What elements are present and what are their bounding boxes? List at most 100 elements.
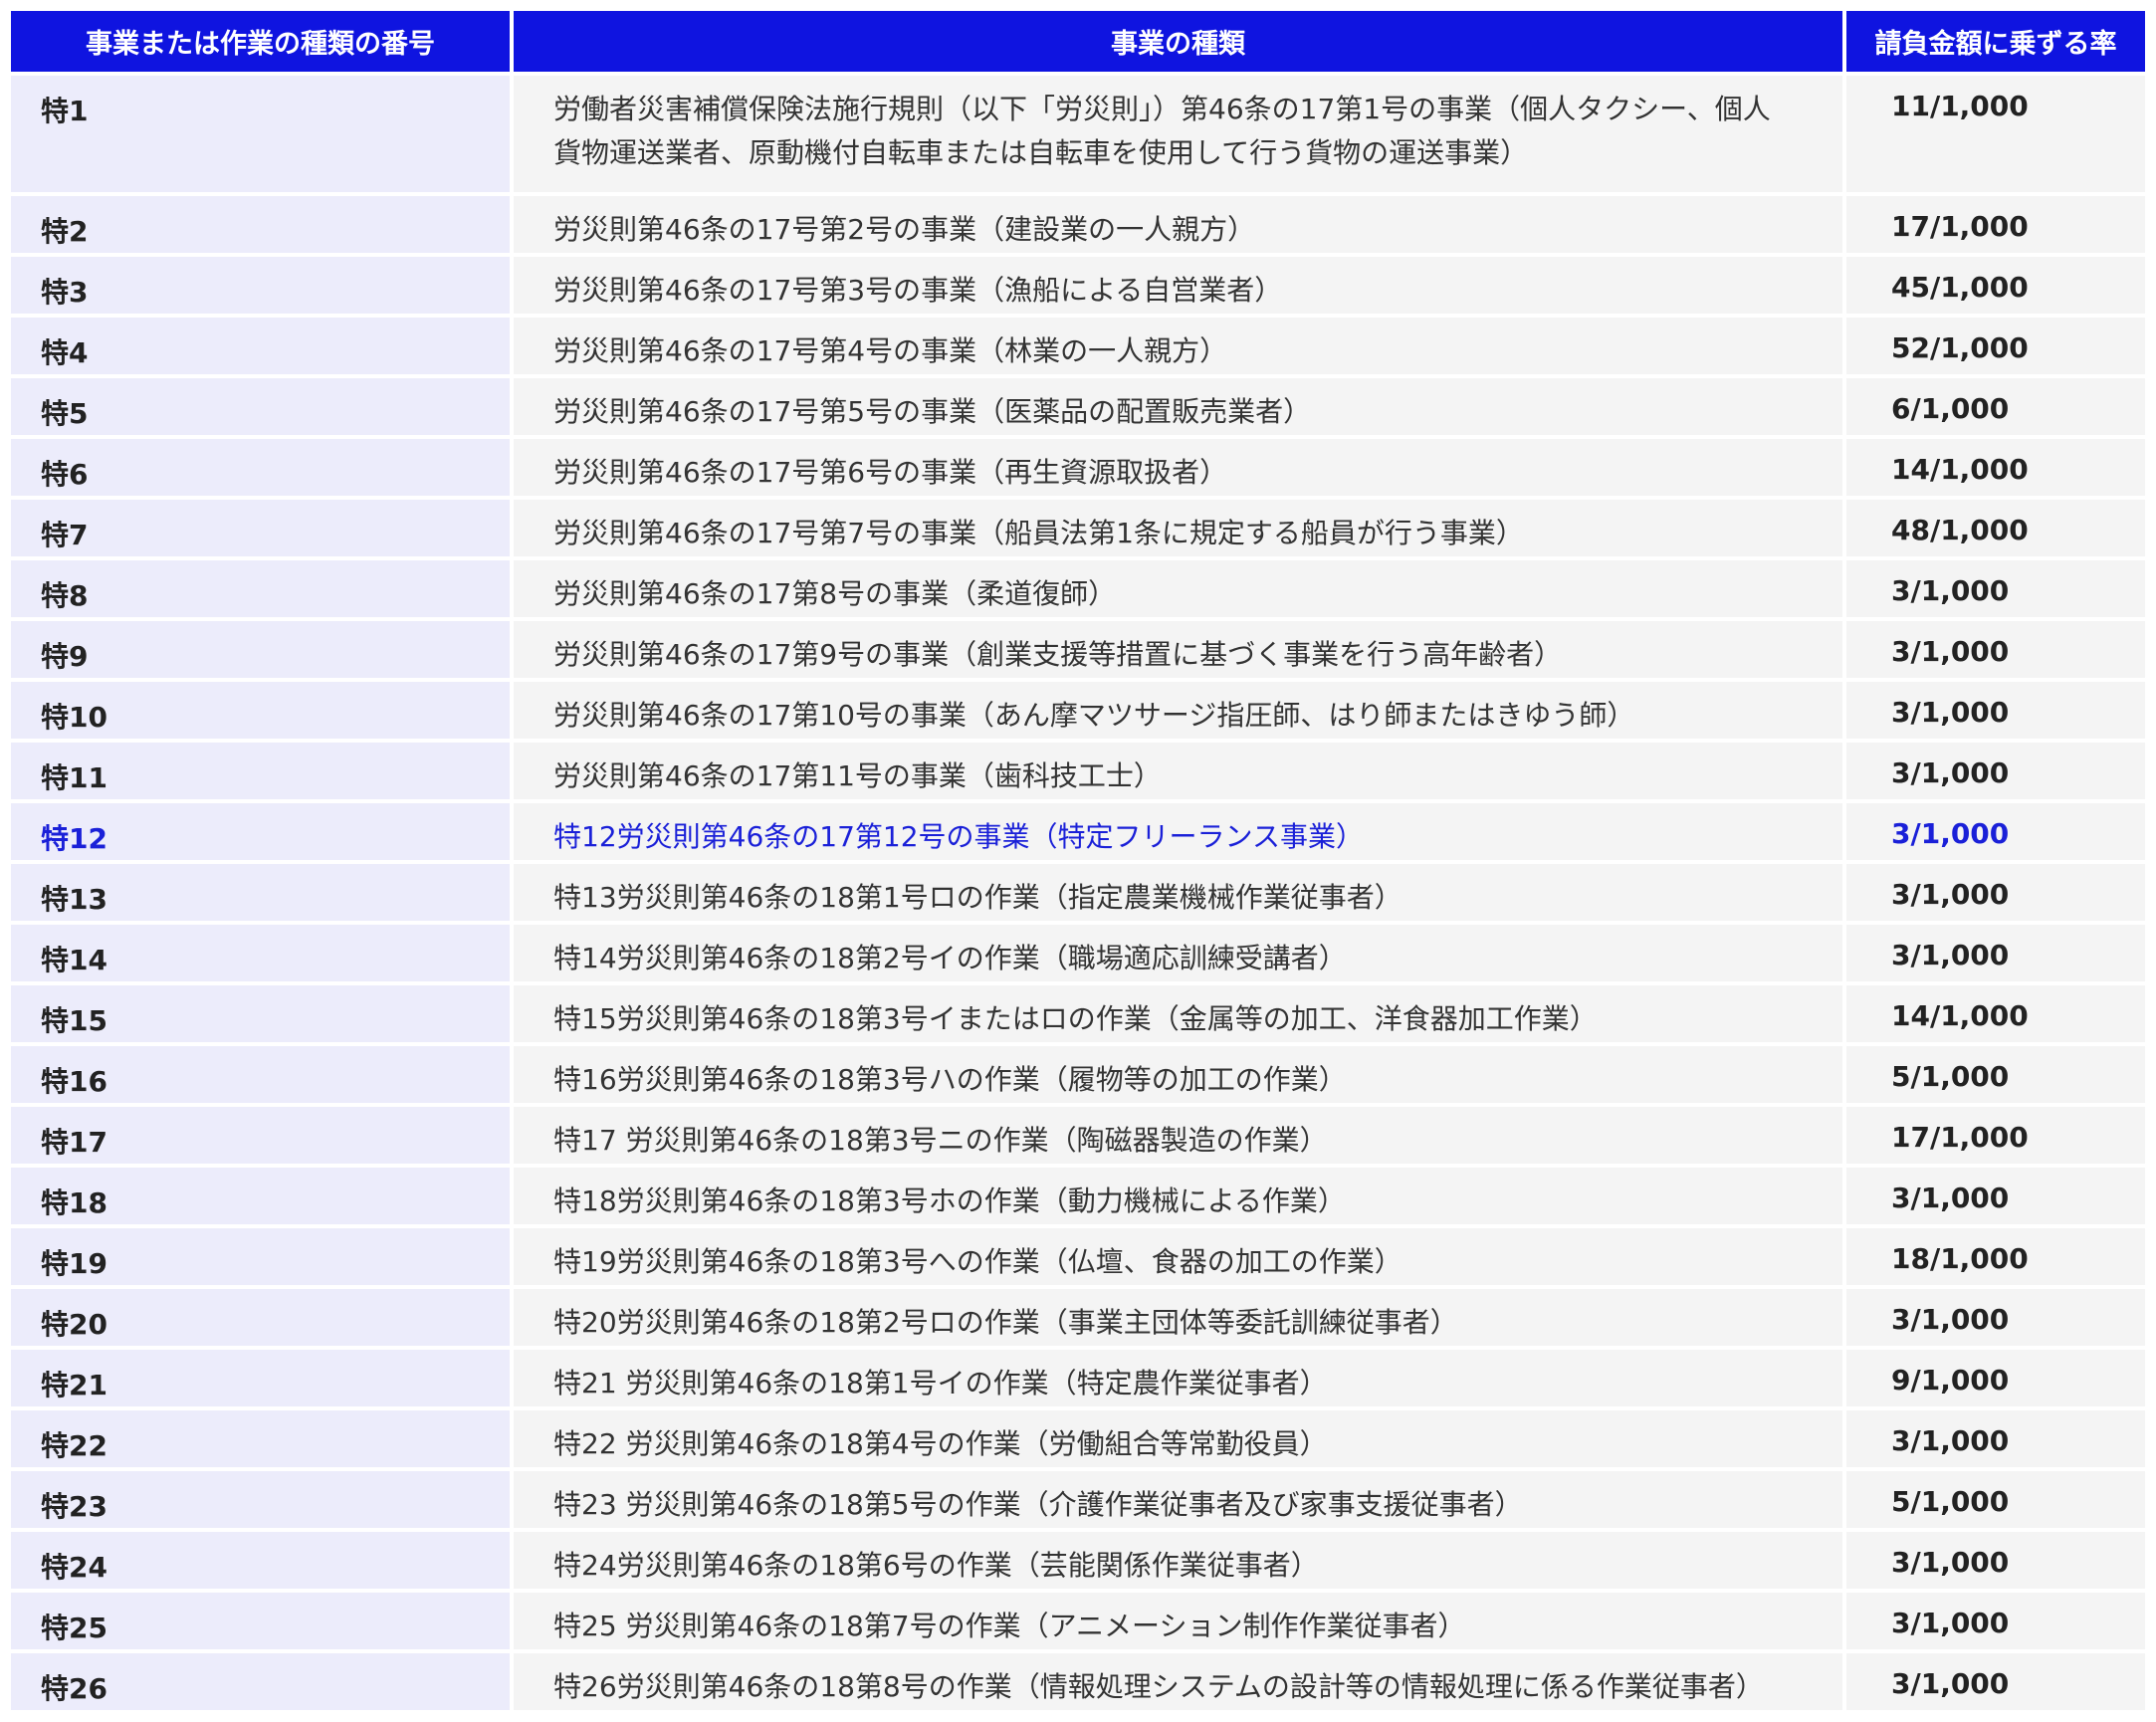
row-rate: 3/1,000 <box>1846 925 2145 981</box>
row-number: 特11 <box>11 743 510 799</box>
row-rate: 48/1,000 <box>1846 500 2145 556</box>
row-rate: 17/1,000 <box>1846 1107 2145 1164</box>
table-row: 特20 特20労災則第46条の18第2号ロの作業（事業主団体等委託訓練従事者） … <box>11 1289 2145 1346</box>
row-rate: 18/1,000 <box>1846 1228 2145 1285</box>
row-number: 特1 <box>11 76 510 192</box>
table-row: 特17 特17 労災則第46条の18第3号ニの作業（陶磁器製造の作業） 17/1… <box>11 1107 2145 1164</box>
row-kind: 特14労災則第46条の18第2号イの作業（職場適応訓練受講者） <box>514 925 1842 981</box>
row-kind: 特26労災則第46条の18第8号の作業（情報処理システムの設計等の情報処理に係る… <box>514 1653 1842 1710</box>
table-row: 特23 特23 労災則第46条の18第5号の作業（介護作業従事者及び家事支援従事… <box>11 1471 2145 1528</box>
table-row: 特18 特18労災則第46条の18第3号ホの作業（動力機械による作業） 3/1,… <box>11 1168 2145 1224</box>
row-rate: 5/1,000 <box>1846 1471 2145 1528</box>
row-number: 特7 <box>11 500 510 556</box>
row-rate: 14/1,000 <box>1846 985 2145 1042</box>
row-rate: 3/1,000 <box>1846 560 2145 617</box>
row-kind: 労災則第46条の17号第3号の事業（漁船による自営業者） <box>514 257 1842 314</box>
row-number: 特23 <box>11 1471 510 1528</box>
row-kind: 労災則第46条の17第10号の事業（あん摩マツサージ指圧師、はり師またはきゆう師… <box>514 682 1842 739</box>
table-row: 特25 特25 労災則第46条の18第7号の作業（アニメーション制作作業従事者）… <box>11 1593 2145 1649</box>
row-number: 特25 <box>11 1593 510 1649</box>
row-kind: 特13労災則第46条の18第1号ロの作業（指定農業機械作業従事者） <box>514 864 1842 921</box>
row-rate: 17/1,000 <box>1846 196 2145 253</box>
row-rate: 3/1,000 <box>1846 743 2145 799</box>
row-rate: 3/1,000 <box>1846 1168 2145 1224</box>
row-number: 特10 <box>11 682 510 739</box>
table-row: 特4 労災則第46条の17号第4号の事業（林業の一人親方） 52/1,000 <box>11 318 2145 374</box>
row-kind: 特16労災則第46条の18第3号ハの作業（履物等の加工の作業） <box>514 1046 1842 1103</box>
table-row: 特10 労災則第46条の17第10号の事業（あん摩マツサージ指圧師、はり師または… <box>11 682 2145 739</box>
table-row: 特3 労災則第46条の17号第3号の事業（漁船による自営業者） 45/1,000 <box>11 257 2145 314</box>
table-row: 特8 労災則第46条の17第8号の事業（柔道復師） 3/1,000 <box>11 560 2145 617</box>
row-number: 特12 <box>11 803 510 860</box>
row-number: 特3 <box>11 257 510 314</box>
table-row: 特1 労働者災害補償保険法施行規則（以下「労災則」）第46条の17第1号の事業（… <box>11 76 2145 192</box>
row-kind: 労災則第46条の17号第7号の事業（船員法第1条に規定する船員が行う事業） <box>514 500 1842 556</box>
row-number: 特6 <box>11 439 510 496</box>
row-kind: 特15労災則第46条の18第3号イまたはロの作業（金属等の加工、洋食器加工作業） <box>514 985 1842 1042</box>
table-row: 特21 特21 労災則第46条の18第1号イの作業（特定農作業従事者） 9/1,… <box>11 1350 2145 1406</box>
row-kind: 特12労災則第46条の17第12号の事業（特定フリーランス事業） <box>514 803 1842 860</box>
row-rate: 3/1,000 <box>1846 803 2145 860</box>
row-number: 特15 <box>11 985 510 1042</box>
row-kind: 労災則第46条の17第9号の事業（創業支援等措置に基づく事業を行う高年齢者） <box>514 621 1842 678</box>
table-row: 特14 特14労災則第46条の18第2号イの作業（職場適応訓練受講者） 3/1,… <box>11 925 2145 981</box>
table-header: 事業または作業の種類の番号 事業の種類 請負金額に乗ずる率 <box>11 11 2145 72</box>
row-number: 特19 <box>11 1228 510 1285</box>
row-kind: 特20労災則第46条の18第2号ロの作業（事業主団体等委託訓練従事者） <box>514 1289 1842 1346</box>
table-row: 特24 特24労災則第46条の18第6号の作業（芸能関係作業従事者） 3/1,0… <box>11 1532 2145 1589</box>
row-rate: 3/1,000 <box>1846 1653 2145 1710</box>
table-row: 特5 労災則第46条の17号第5号の事業（医薬品の配置販売業者） 6/1,000 <box>11 378 2145 435</box>
rate-table: 事業または作業の種類の番号 事業の種類 請負金額に乗ずる率 特1 労働者災害補償… <box>7 7 2149 1714</box>
row-number: 特18 <box>11 1168 510 1224</box>
row-kind: 特22 労災則第46条の18第4号の作業（労働組合等常勤役員） <box>514 1410 1842 1467</box>
table-row: 特26 特26労災則第46条の18第8号の作業（情報処理システムの設計等の情報処… <box>11 1653 2145 1710</box>
row-number: 特2 <box>11 196 510 253</box>
row-number: 特14 <box>11 925 510 981</box>
row-number: 特26 <box>11 1653 510 1710</box>
row-kind: 特25 労災則第46条の18第7号の作業（アニメーション制作作業従事者） <box>514 1593 1842 1649</box>
table-row: 特19 特19労災則第46条の18第3号への作業（仏壇、食器の加工の作業） 18… <box>11 1228 2145 1285</box>
row-rate: 3/1,000 <box>1846 1289 2145 1346</box>
row-rate: 45/1,000 <box>1846 257 2145 314</box>
row-number: 特17 <box>11 1107 510 1164</box>
row-number: 特13 <box>11 864 510 921</box>
row-rate: 3/1,000 <box>1846 621 2145 678</box>
row-kind: 特21 労災則第46条の18第1号イの作業（特定農作業従事者） <box>514 1350 1842 1406</box>
row-kind: 労災則第46条の17号第2号の事業（建設業の一人親方） <box>514 196 1842 253</box>
table-row: 特13 特13労災則第46条の18第1号ロの作業（指定農業機械作業従事者） 3/… <box>11 864 2145 921</box>
row-rate: 3/1,000 <box>1846 1410 2145 1467</box>
header-number: 事業または作業の種類の番号 <box>11 11 510 72</box>
table-row: 特11 労災則第46条の17第11号の事業（歯科技工士） 3/1,000 <box>11 743 2145 799</box>
table-row: 特6 労災則第46条の17号第6号の事業（再生資源取扱者） 14/1,000 <box>11 439 2145 496</box>
table-row: 特22 特22 労災則第46条の18第4号の作業（労働組合等常勤役員） 3/1,… <box>11 1410 2145 1467</box>
table-row: 特2 労災則第46条の17号第2号の事業（建設業の一人親方） 17/1,000 <box>11 196 2145 253</box>
row-number: 特4 <box>11 318 510 374</box>
row-kind: 特24労災則第46条の18第6号の作業（芸能関係作業従事者） <box>514 1532 1842 1589</box>
row-number: 特22 <box>11 1410 510 1467</box>
row-number: 特24 <box>11 1532 510 1589</box>
row-kind: 労災則第46条の17号第4号の事業（林業の一人親方） <box>514 318 1842 374</box>
row-rate: 52/1,000 <box>1846 318 2145 374</box>
row-number: 特21 <box>11 1350 510 1406</box>
table-row: 特16 特16労災則第46条の18第3号ハの作業（履物等の加工の作業） 5/1,… <box>11 1046 2145 1103</box>
row-rate: 3/1,000 <box>1846 1593 2145 1649</box>
row-rate: 3/1,000 <box>1846 1532 2145 1589</box>
row-rate: 11/1,000 <box>1846 76 2145 192</box>
row-rate: 3/1,000 <box>1846 864 2145 921</box>
row-number: 特16 <box>11 1046 510 1103</box>
row-number: 特20 <box>11 1289 510 1346</box>
row-kind: 特23 労災則第46条の18第5号の作業（介護作業従事者及び家事支援従事者） <box>514 1471 1842 1528</box>
row-kind: 特18労災則第46条の18第3号ホの作業（動力機械による作業） <box>514 1168 1842 1224</box>
row-rate: 14/1,000 <box>1846 439 2145 496</box>
row-number: 特9 <box>11 621 510 678</box>
header-rate: 請負金額に乗ずる率 <box>1846 11 2145 72</box>
row-rate: 9/1,000 <box>1846 1350 2145 1406</box>
table-row: 特7 労災則第46条の17号第7号の事業（船員法第1条に規定する船員が行う事業）… <box>11 500 2145 556</box>
header-row: 事業または作業の種類の番号 事業の種類 請負金額に乗ずる率 <box>11 11 2145 72</box>
row-rate: 3/1,000 <box>1846 682 2145 739</box>
row-kind: 労災則第46条の17第8号の事業（柔道復師） <box>514 560 1842 617</box>
table-row: 特9 労災則第46条の17第9号の事業（創業支援等措置に基づく事業を行う高年齢者… <box>11 621 2145 678</box>
table-row-highlighted: 特12 特12労災則第46条の17第12号の事業（特定フリーランス事業） 3/1… <box>11 803 2145 860</box>
row-number: 特5 <box>11 378 510 435</box>
row-rate: 5/1,000 <box>1846 1046 2145 1103</box>
